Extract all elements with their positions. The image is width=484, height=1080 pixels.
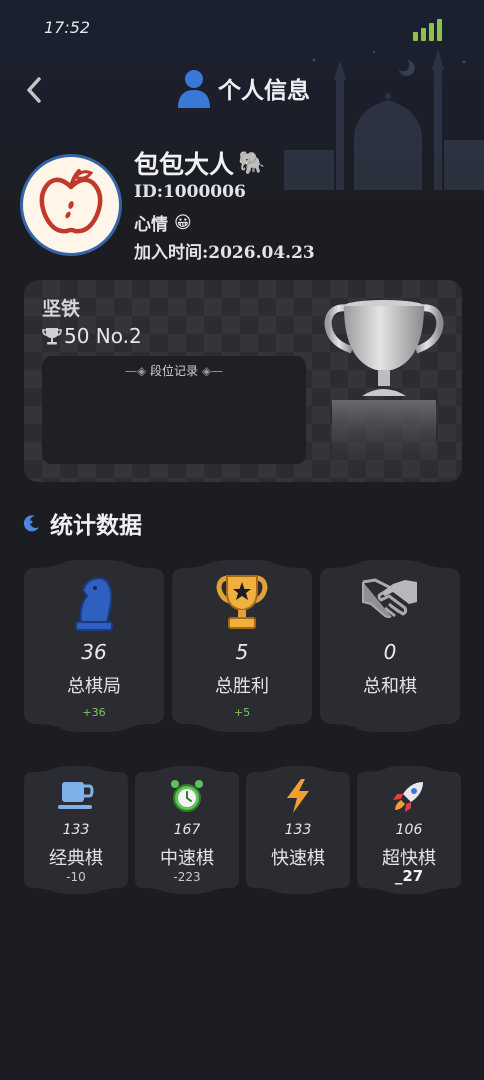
- signal-bars-icon: [413, 19, 442, 41]
- stats-title-text: 统计数据: [50, 513, 142, 539]
- profile-id: ID:1000006: [134, 182, 246, 202]
- mode-label: 中速棋: [160, 848, 214, 869]
- mode-card-ultrafast[interactable]: 106 超快棋 _27: [357, 766, 461, 894]
- profile-name: 包包大人 🐘: [134, 145, 265, 181]
- stat-delta: +5: [233, 706, 251, 719]
- silver-trophy-icon: [324, 300, 444, 475]
- elephant-emoji-icon: 🐘: [238, 150, 266, 176]
- stat-value: 0: [383, 640, 397, 664]
- mode-delta: -223: [173, 870, 201, 884]
- coffee-cup-icon: [58, 782, 94, 809]
- user-icon: [178, 70, 210, 108]
- grinning-emoji-icon: 😀: [174, 212, 192, 233]
- mode-value: 133: [284, 822, 312, 838]
- rank-record-panel[interactable]: —◈ 段位记录 ◈—: [42, 356, 306, 464]
- stats-section-title: 统计数据: [22, 506, 142, 540]
- page-title: 个人信息: [176, 68, 310, 108]
- stat-card-total-games[interactable]: 36 总棋局 +36: [24, 560, 164, 732]
- page-title-text: 个人信息: [218, 78, 310, 104]
- mode-value: 167: [173, 822, 201, 838]
- diamond-right-icon: ◈—: [198, 364, 224, 378]
- rank-record-header: —◈ 段位记录 ◈—: [42, 362, 306, 379]
- gold-trophy-icon: [216, 575, 268, 629]
- stat-delta: +36: [82, 706, 106, 719]
- mode-label: 经典棋: [49, 848, 103, 869]
- stat-label: 总胜利: [215, 676, 269, 697]
- avatar[interactable]: [20, 154, 122, 256]
- rocket-icon: [393, 782, 423, 812]
- rank-tier: 坚铁: [42, 298, 81, 320]
- mode-value: 133: [62, 822, 90, 838]
- mode-delta: _27: [394, 867, 424, 885]
- diamond-left-icon: —◈: [124, 364, 150, 378]
- stat-label: 总棋局: [67, 676, 121, 697]
- apple-avatar-icon: [39, 169, 103, 234]
- stat-card-total-wins[interactable]: 5 总胜利 +5: [172, 560, 312, 732]
- profile-name-text: 包包大人: [134, 150, 235, 179]
- handshake-icon: [362, 578, 417, 618]
- stat-label: 总和棋: [363, 676, 417, 697]
- stat-value: 36: [81, 640, 107, 664]
- mode-card-fast[interactable]: 133 快速棋: [246, 766, 350, 894]
- rank-record-label: 段位记录: [149, 364, 198, 378]
- rank-card[interactable]: 坚铁 50 No.2 —◈ 段位记录 ◈—: [24, 280, 462, 482]
- chess-knight-icon: [75, 576, 113, 631]
- lightning-icon: [287, 779, 309, 813]
- profile-join-time: 加入时间:2026.04.23: [134, 243, 315, 263]
- status-time: 17:52: [44, 18, 91, 37]
- rank-score: 50 No.2: [42, 324, 142, 348]
- moon-icon: [23, 515, 39, 532]
- mode-delta: -10: [66, 870, 86, 884]
- stat-card-total-draws[interactable]: 0 总和棋: [320, 560, 460, 732]
- profile-mood: 心情 😀: [134, 210, 192, 236]
- stat-value: 5: [235, 640, 249, 664]
- alarm-clock-icon: [171, 780, 203, 812]
- chevron-left-icon[interactable]: [20, 74, 50, 106]
- mode-value: 106: [395, 822, 423, 838]
- small-trophy-icon: [42, 328, 62, 345]
- mode-label: 快速棋: [271, 848, 325, 869]
- mode-card-medium[interactable]: 167 中速棋 -223: [135, 766, 239, 894]
- rank-score-text: 50 No.2: [64, 324, 142, 348]
- mosque-skyline-decoration: [284, 48, 484, 190]
- mode-card-classic[interactable]: 133 经典棋 -10: [24, 766, 128, 894]
- mood-label: 心情: [134, 215, 168, 235]
